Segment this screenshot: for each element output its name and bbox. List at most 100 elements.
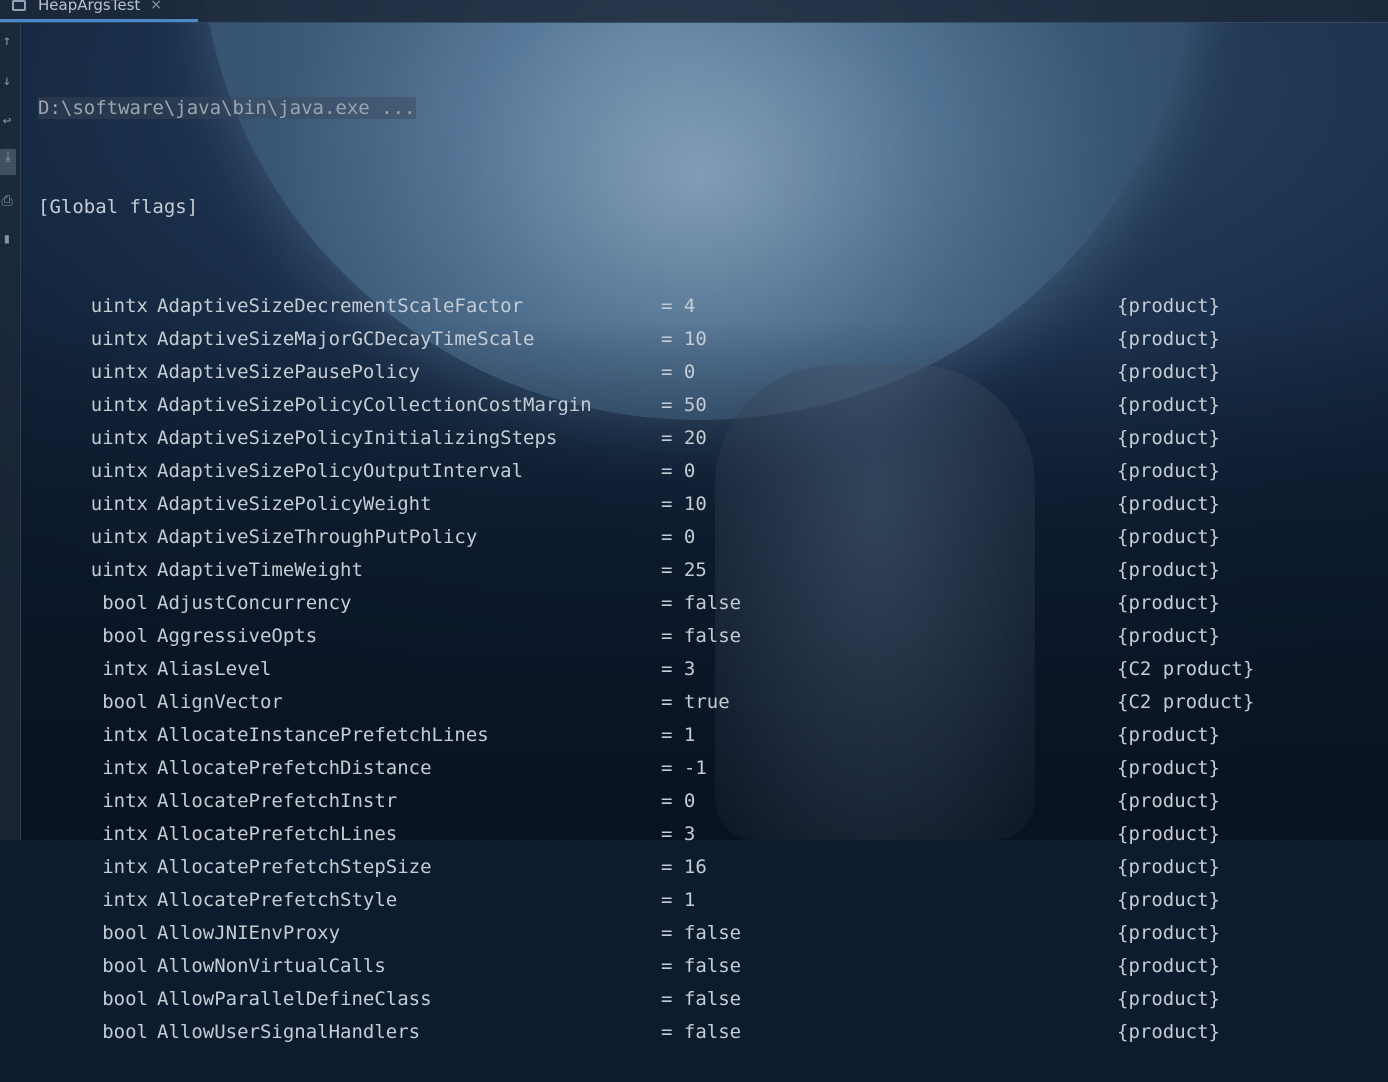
console-toolbar: ↑ ↓ ↩ ⤓ ⎙ ▮ bbox=[0, 23, 21, 840]
flag-kind: {product} bbox=[1117, 922, 1220, 944]
flag-value: = false bbox=[661, 922, 742, 944]
flag-value: = 0 bbox=[661, 526, 696, 548]
flag-name: AdaptiveSizePolicyInitializingSteps bbox=[157, 427, 558, 449]
flag-type: bool bbox=[102, 988, 148, 1010]
flag-kind: {product} bbox=[1117, 394, 1220, 416]
flag-type: uintx bbox=[90, 526, 148, 548]
flag-kind: {product} bbox=[1117, 856, 1220, 878]
flag-kind: {product} bbox=[1117, 955, 1220, 977]
flag-type: bool bbox=[102, 592, 148, 614]
flag-value: = 1 bbox=[661, 724, 696, 746]
tab-label: HeapArgsTest bbox=[38, 0, 141, 14]
flag-name: AllocateInstancePrefetchLines bbox=[157, 724, 489, 746]
flag-kind: {product} bbox=[1117, 790, 1220, 812]
flag-row: uintx AdaptiveSizeDecrementScaleFactor = 4… bbox=[38, 290, 1388, 323]
flag-row: intx AllocatePrefetchInstr = 0 {product} bbox=[38, 785, 1388, 818]
flag-value: = 16 bbox=[661, 856, 707, 878]
flag-kind: {product} bbox=[1117, 889, 1220, 911]
flag-kind: {product} bbox=[1117, 493, 1220, 515]
flag-row: bool AllowNonVirtualCalls = false {product} bbox=[38, 950, 1388, 983]
flag-row: uintx AdaptiveTimeWeight = 25 {product} bbox=[38, 554, 1388, 587]
flag-type: uintx bbox=[90, 295, 148, 317]
flag-name: AggressiveOpts bbox=[157, 625, 318, 647]
flags-list: uintx AdaptiveSizeDecrementScaleFactor = 4… bbox=[38, 290, 1388, 1049]
scroll-to-end-icon[interactable]: ⤓ bbox=[0, 149, 16, 175]
flag-value: = 10 bbox=[661, 328, 707, 350]
flag-kind: {product} bbox=[1117, 724, 1220, 746]
flag-name: AllowJNIEnvProxy bbox=[157, 922, 341, 944]
flag-row: uintx AdaptiveSizePolicyInitializingSteps… bbox=[38, 422, 1388, 455]
close-icon[interactable]: × bbox=[150, 0, 162, 13]
flag-row: bool AlignVector = true {C2 product} bbox=[38, 686, 1388, 719]
flag-type: intx bbox=[102, 856, 148, 878]
flag-kind: {product} bbox=[1117, 1021, 1220, 1043]
flag-row: uintx AdaptiveSizeThroughPutPolicy = 0 {pro… bbox=[38, 521, 1388, 554]
flag-value: = 50 bbox=[661, 394, 707, 416]
flag-value: = true bbox=[661, 691, 730, 713]
soft-wrap-icon[interactable]: ↩ bbox=[0, 113, 14, 129]
flag-type: intx bbox=[102, 757, 148, 779]
flag-kind: {product} bbox=[1117, 592, 1220, 614]
flag-value: = 0 bbox=[661, 361, 696, 383]
flag-kind: {product} bbox=[1117, 988, 1220, 1010]
flag-value: = 10 bbox=[661, 493, 707, 515]
flag-kind: {product} bbox=[1117, 559, 1220, 581]
flag-value: = false bbox=[661, 988, 742, 1010]
flag-value: = 1 bbox=[661, 889, 696, 911]
tab-heapargstest[interactable]: HeapArgsTest × bbox=[0, 0, 198, 22]
flag-row: bool AggressiveOpts = false {product} bbox=[38, 620, 1388, 653]
flag-name: AllocatePrefetchStepSize bbox=[157, 856, 432, 878]
flag-value: = 3 bbox=[661, 658, 696, 680]
flag-type: uintx bbox=[90, 394, 148, 416]
flag-row: uintx AdaptiveSizePolicyOutputInterval = 0… bbox=[38, 455, 1388, 488]
flag-type: bool bbox=[102, 691, 148, 713]
flag-kind: {product} bbox=[1117, 295, 1220, 317]
flag-name: AllocatePrefetchDistance bbox=[157, 757, 432, 779]
flag-value: = 4 bbox=[661, 295, 696, 317]
flag-type: uintx bbox=[90, 427, 148, 449]
flag-row: bool AllowUserSignalHandlers = false {produ… bbox=[38, 1016, 1388, 1049]
flag-kind: {product} bbox=[1117, 361, 1220, 383]
flag-value: = false bbox=[661, 625, 742, 647]
flag-row: bool AllowParallelDefineClass = false {prod… bbox=[38, 983, 1388, 1016]
flag-kind: {product} bbox=[1117, 823, 1220, 845]
flag-type: uintx bbox=[90, 460, 148, 482]
flag-name: AdaptiveTimeWeight bbox=[157, 559, 363, 581]
up-arrow-icon[interactable]: ↑ bbox=[0, 33, 14, 49]
flag-kind: {product} bbox=[1117, 328, 1220, 350]
flag-name: AdaptiveSizeDecrementScaleFactor bbox=[157, 295, 524, 317]
console-output[interactable]: D:\software\java\bin\java.exe ... [Globa… bbox=[38, 26, 1388, 1082]
flag-row: uintx AdaptiveSizePausePolicy = 0 {product} bbox=[38, 356, 1388, 389]
flag-type: bool bbox=[102, 625, 148, 647]
flag-name: AliasLevel bbox=[157, 658, 272, 680]
flag-name: AdaptiveSizeMajorGCDecayTimeScale bbox=[157, 328, 535, 350]
flag-name: AlignVector bbox=[157, 691, 283, 713]
flag-row: intx AllocatePrefetchDistance = -1 {product… bbox=[38, 752, 1388, 785]
print-icon[interactable]: ⎙ bbox=[0, 193, 14, 209]
flag-type: intx bbox=[102, 790, 148, 812]
flag-row: intx AllocatePrefetchStepSize = 16 {product… bbox=[38, 851, 1388, 884]
flag-value: = -1 bbox=[661, 757, 707, 779]
flag-row: bool AllowJNIEnvProxy = false {product} bbox=[38, 917, 1388, 950]
flag-type: bool bbox=[102, 955, 148, 977]
section-header: [Global flags] bbox=[38, 196, 199, 218]
console-tab-icon bbox=[12, 0, 26, 11]
flag-name: AllowParallelDefineClass bbox=[157, 988, 432, 1010]
flag-name: AdaptiveSizeThroughPutPolicy bbox=[157, 526, 478, 548]
down-arrow-icon[interactable]: ↓ bbox=[0, 73, 14, 89]
flag-value: = false bbox=[661, 955, 742, 977]
flag-kind: {product} bbox=[1117, 427, 1220, 449]
flag-type: uintx bbox=[90, 328, 148, 350]
flag-name: AllocatePrefetchStyle bbox=[157, 889, 398, 911]
flag-row: uintx AdaptiveSizeMajorGCDecayTimeScale = … bbox=[38, 323, 1388, 356]
flag-value: = 25 bbox=[661, 559, 707, 581]
flag-name: AdaptiveSizePausePolicy bbox=[157, 361, 421, 383]
flag-kind: {product} bbox=[1117, 757, 1220, 779]
flag-value: = 20 bbox=[661, 427, 707, 449]
flag-name: AllocatePrefetchInstr bbox=[157, 790, 398, 812]
flag-type: uintx bbox=[90, 559, 148, 581]
flag-type: intx bbox=[102, 724, 148, 746]
flag-name: AdaptiveSizePolicyWeight bbox=[157, 493, 432, 515]
flag-row: intx AllocateInstancePrefetchLines = 1 {pro… bbox=[38, 719, 1388, 752]
trash-icon[interactable]: ▮ bbox=[0, 231, 14, 247]
